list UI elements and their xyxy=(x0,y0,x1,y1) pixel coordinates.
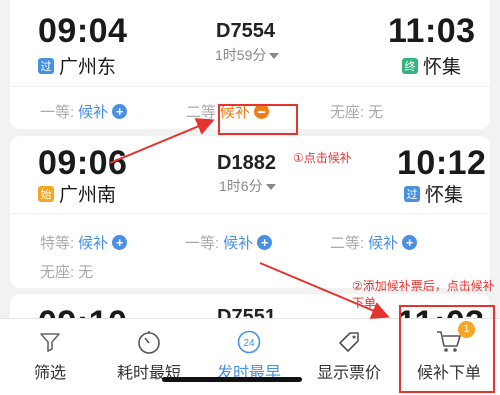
arrow-to-order xyxy=(259,262,390,319)
annotation-arrows xyxy=(109,118,390,319)
arrow-to-waitlist xyxy=(109,118,215,164)
